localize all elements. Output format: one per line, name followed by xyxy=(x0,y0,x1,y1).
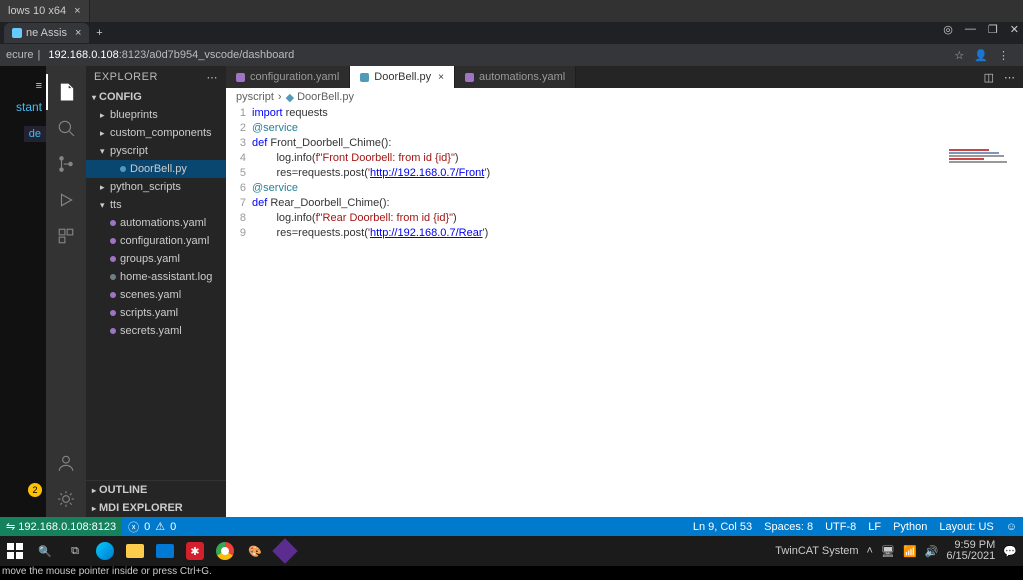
app-icon-red[interactable]: ✱ xyxy=(180,536,210,566)
twincat-label[interactable]: TwinCAT System xyxy=(775,545,858,557)
star-icon[interactable]: ☆ xyxy=(954,49,964,62)
notifications-icon[interactable]: 💬 xyxy=(1003,545,1017,558)
editor-tab[interactable]: DoorBell.py× xyxy=(350,66,455,88)
file-explorer-icon[interactable] xyxy=(120,536,150,566)
tree-root[interactable]: ▾CONFIG xyxy=(86,88,226,106)
explorer-title: EXPLORER xyxy=(94,71,158,83)
addr-path: :8123/a0d7b954_vscode/dashboard xyxy=(119,49,295,61)
secure-label: ecure xyxy=(6,49,34,61)
remote-icon: ⇋ xyxy=(6,520,15,533)
search-icon[interactable] xyxy=(46,110,86,146)
editor-area[interactable]: 123456789 import requests @service def F… xyxy=(226,106,1023,517)
tray-network-icon[interactable]: 📶 xyxy=(903,545,917,558)
vm-tab-close-icon[interactable]: × xyxy=(74,5,80,17)
editor-tab[interactable]: automations.yaml xyxy=(455,66,576,88)
tree-item[interactable]: ▾pyscript xyxy=(86,142,226,160)
split-editor-icon[interactable]: ◫ xyxy=(984,71,994,84)
target-icon[interactable]: ◎ xyxy=(943,23,953,36)
explorer-icon[interactable] xyxy=(46,74,86,110)
tab-close-icon[interactable]: × xyxy=(438,72,444,83)
ha-title: stant xyxy=(16,96,46,126)
tree-item[interactable]: configuration.yaml xyxy=(86,232,226,250)
minimap[interactable] xyxy=(949,148,1019,188)
tray-volume-icon[interactable]: 🔊 xyxy=(925,545,939,558)
tree-item[interactable]: ▸blueprints xyxy=(86,106,226,124)
vs-icon[interactable] xyxy=(270,536,300,566)
feedback-icon[interactable]: ☺ xyxy=(1000,521,1023,533)
vm-hint: move the mouse pointer inside or press C… xyxy=(0,566,1023,580)
address-bar[interactable]: ecure | 192.168.0.108 :8123/a0d7b954_vsc… xyxy=(0,44,1023,66)
tree-item[interactable]: ▾tts xyxy=(86,196,226,214)
maximize-icon[interactable]: ❐ xyxy=(988,23,998,36)
vm-tab-title: lows 10 x64 xyxy=(8,5,66,17)
settings-icon[interactable] xyxy=(46,481,86,517)
menu-icon[interactable]: ⋮ xyxy=(998,49,1009,62)
language-mode[interactable]: Python xyxy=(887,521,933,533)
new-tab-button[interactable]: + xyxy=(89,27,109,39)
ha-menu-icon[interactable]: ≡ xyxy=(32,76,46,96)
debug-icon[interactable] xyxy=(46,182,86,218)
encoding[interactable]: UTF-8 xyxy=(819,521,862,533)
mdi-section[interactable]: ▸MDI EXPLORER xyxy=(86,499,226,517)
source-control-icon[interactable] xyxy=(46,146,86,182)
accounts-icon[interactable] xyxy=(46,445,86,481)
browser-tab-close-icon[interactable]: × xyxy=(75,27,81,39)
start-button[interactable] xyxy=(0,536,30,566)
layout[interactable]: Layout: US xyxy=(933,521,999,533)
favicon-icon xyxy=(12,28,22,38)
paint-icon[interactable]: 🎨 xyxy=(240,536,270,566)
tree-item[interactable]: ▸python_scripts xyxy=(86,178,226,196)
warning-icon: ⚠ xyxy=(155,520,165,533)
cursor-position[interactable]: Ln 9, Col 53 xyxy=(687,521,758,533)
remote-indicator[interactable]: ⇋ 192.168.0.108:8123 xyxy=(0,517,122,536)
tray-monitor-icon[interactable]: 🖥 xyxy=(881,545,895,558)
taskbar-search-icon[interactable]: 🔍 xyxy=(30,536,60,566)
tree-item[interactable]: secrets.yaml xyxy=(86,322,226,340)
eol[interactable]: LF xyxy=(862,521,887,533)
outline-section[interactable]: ▸OUTLINE xyxy=(86,480,226,499)
tree-item[interactable]: groups.yaml xyxy=(86,250,226,268)
tray-chevron-icon[interactable]: ˄ xyxy=(867,545,873,557)
account-icon[interactable]: 👤 xyxy=(974,49,988,62)
breadcrumb[interactable]: pyscript› ◆ DoorBell.py xyxy=(226,88,1023,106)
task-view-icon[interactable]: ⧉ xyxy=(60,536,90,566)
clock[interactable]: 9:59 PM 6/15/2021 xyxy=(946,540,995,562)
tree-item[interactable]: ▸custom_components xyxy=(86,124,226,142)
error-icon: ⓧ xyxy=(128,519,139,535)
extensions-icon[interactable] xyxy=(46,218,86,254)
close-icon[interactable]: ✕ xyxy=(1010,23,1019,36)
mail-icon[interactable] xyxy=(150,536,180,566)
edge-icon[interactable] xyxy=(90,536,120,566)
minimize-icon[interactable]: — xyxy=(965,23,976,36)
more-icon[interactable]: ⋯ xyxy=(1004,71,1015,84)
problems-button[interactable]: ⓧ0 ⚠0 xyxy=(122,519,182,535)
browser-tab[interactable]: ne Assis × xyxy=(4,23,89,43)
more-icon[interactable]: ⋯ xyxy=(207,71,219,84)
ha-sidebar-item[interactable]: de xyxy=(24,126,46,142)
editor-tab[interactable]: configuration.yaml xyxy=(226,66,350,88)
indentation[interactable]: Spaces: 8 xyxy=(758,521,819,533)
tree-item[interactable]: automations.yaml xyxy=(86,214,226,232)
notification-badge[interactable]: 2 xyxy=(28,483,42,497)
chrome-icon[interactable] xyxy=(210,536,240,566)
tree-item[interactable]: scripts.yaml xyxy=(86,304,226,322)
vm-tab[interactable]: lows 10 x64 × xyxy=(0,0,90,22)
tree-item[interactable]: DoorBell.py xyxy=(86,160,226,178)
tree-item[interactable]: home-assistant.log xyxy=(86,268,226,286)
tree-item[interactable]: scenes.yaml xyxy=(86,286,226,304)
browser-tab-title: ne Assis xyxy=(26,27,67,39)
addr-host: 192.168.0.108 xyxy=(48,49,118,61)
